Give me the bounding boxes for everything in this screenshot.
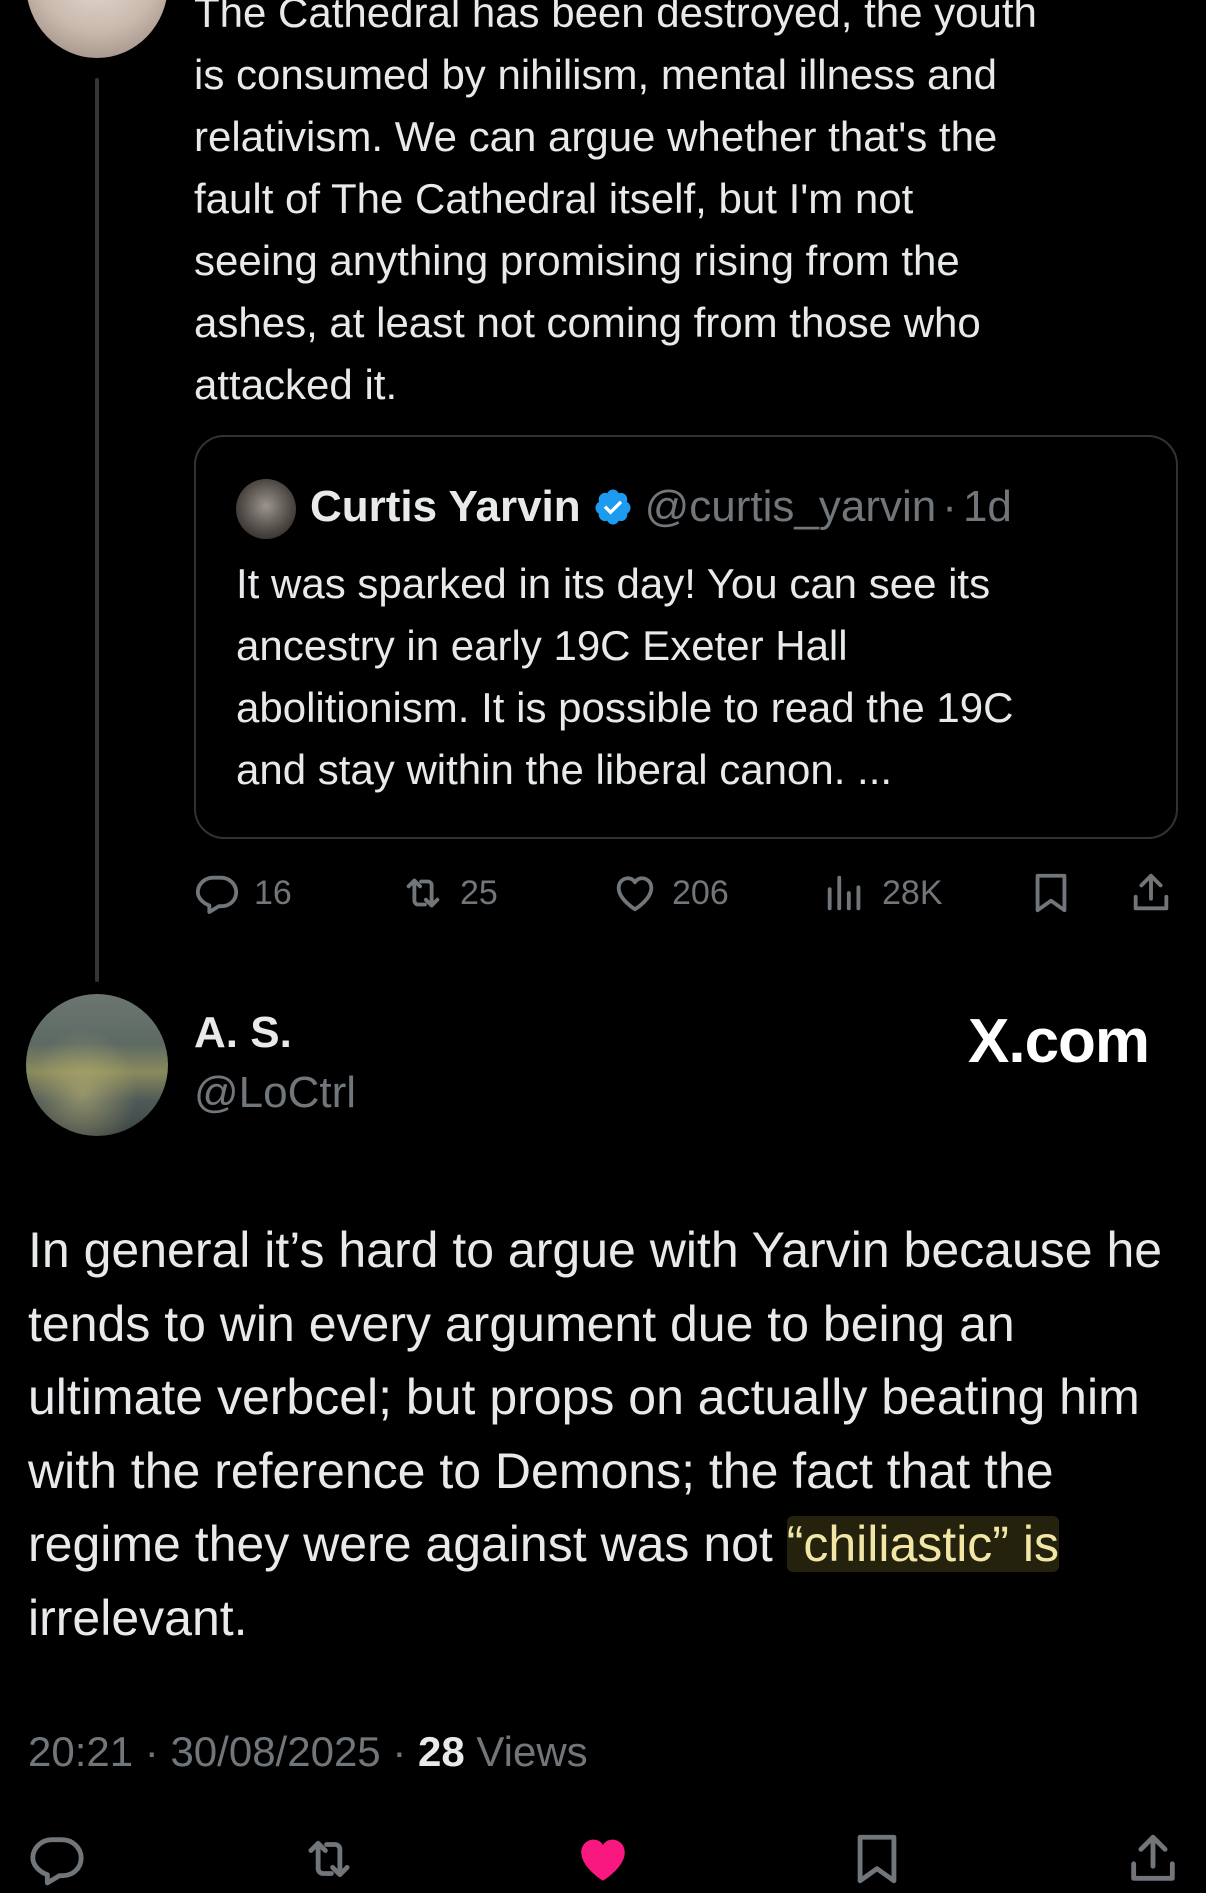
views-count: 28 bbox=[418, 1728, 465, 1775]
repost-button[interactable]: 25 bbox=[400, 870, 498, 916]
tweet-text-part: irrelevant. bbox=[28, 1589, 248, 1646]
x-com-watermark: X.com bbox=[968, 1007, 1150, 1076]
tweet-meta: 20:21 · 30/08/2025 · 28 Views bbox=[28, 1728, 588, 1776]
tweet-text: In general it’s hard to argue with Yarvi… bbox=[28, 1214, 1188, 1655]
bookmark-button[interactable] bbox=[848, 1830, 906, 1893]
share-button[interactable] bbox=[1128, 870, 1174, 916]
tweet-time[interactable]: 20:21 bbox=[28, 1728, 133, 1775]
quoted-author-handle[interactable]: @curtis_yarvin bbox=[645, 482, 937, 532]
repost-count: 25 bbox=[460, 873, 498, 912]
quoted-tweet-text: It was sparked in its day! You can see i… bbox=[236, 560, 1014, 793]
author-avatar[interactable] bbox=[26, 994, 168, 1136]
reply-count: 16 bbox=[254, 873, 292, 912]
views-chart-icon bbox=[822, 870, 868, 916]
reply-button[interactable]: 16 bbox=[194, 870, 292, 916]
quoted-tweet-card[interactable]: Curtis Yarvin @curtis_yarvin · 1d It was… bbox=[194, 435, 1178, 839]
reply-icon bbox=[194, 870, 240, 916]
bookmark-icon bbox=[848, 1834, 906, 1892]
verified-badge-icon bbox=[593, 487, 633, 527]
separator-dot: · bbox=[392, 1728, 407, 1775]
views-button[interactable]: 28K bbox=[822, 870, 943, 916]
author-name[interactable]: A. S. bbox=[194, 1008, 292, 1058]
previous-author-avatar[interactable] bbox=[26, 0, 168, 58]
repost-button[interactable] bbox=[300, 1830, 358, 1893]
like-button[interactable]: 206 bbox=[612, 870, 729, 916]
share-button[interactable] bbox=[1124, 1830, 1182, 1893]
bookmark-button[interactable] bbox=[1028, 870, 1074, 916]
views-label: Views bbox=[476, 1728, 588, 1775]
share-icon bbox=[1124, 1834, 1182, 1892]
reply-button[interactable] bbox=[28, 1830, 86, 1893]
repost-icon bbox=[400, 870, 446, 916]
separator-dot: · bbox=[942, 482, 957, 531]
share-icon bbox=[1128, 870, 1174, 916]
reply-icon bbox=[28, 1837, 86, 1892]
author-handle[interactable]: @LoCtrl bbox=[194, 1068, 356, 1118]
highlighted-text: “chiliastic” is bbox=[786, 1516, 1059, 1572]
previous-tweet-text: The Cathedral has been destroyed, the yo… bbox=[194, 0, 1037, 408]
heart-icon bbox=[612, 870, 658, 916]
quoted-author-name[interactable]: Curtis Yarvin bbox=[310, 482, 581, 532]
quoted-tweet-header: Curtis Yarvin @curtis_yarvin · 1d bbox=[310, 475, 1012, 539]
heart-filled-icon bbox=[574, 1839, 632, 1892]
like-button[interactable] bbox=[574, 1830, 632, 1893]
tweet-date[interactable]: 30/08/2025 bbox=[170, 1728, 380, 1775]
views-count: 28K bbox=[882, 873, 943, 912]
quoted-tweet-time[interactable]: 1d bbox=[963, 482, 1012, 532]
repost-icon bbox=[300, 1840, 358, 1892]
quoted-author-avatar[interactable] bbox=[236, 479, 296, 539]
separator-dot: · bbox=[144, 1728, 159, 1775]
thread-connector-line bbox=[95, 78, 99, 982]
like-count: 206 bbox=[672, 873, 729, 912]
bookmark-icon bbox=[1028, 870, 1074, 916]
